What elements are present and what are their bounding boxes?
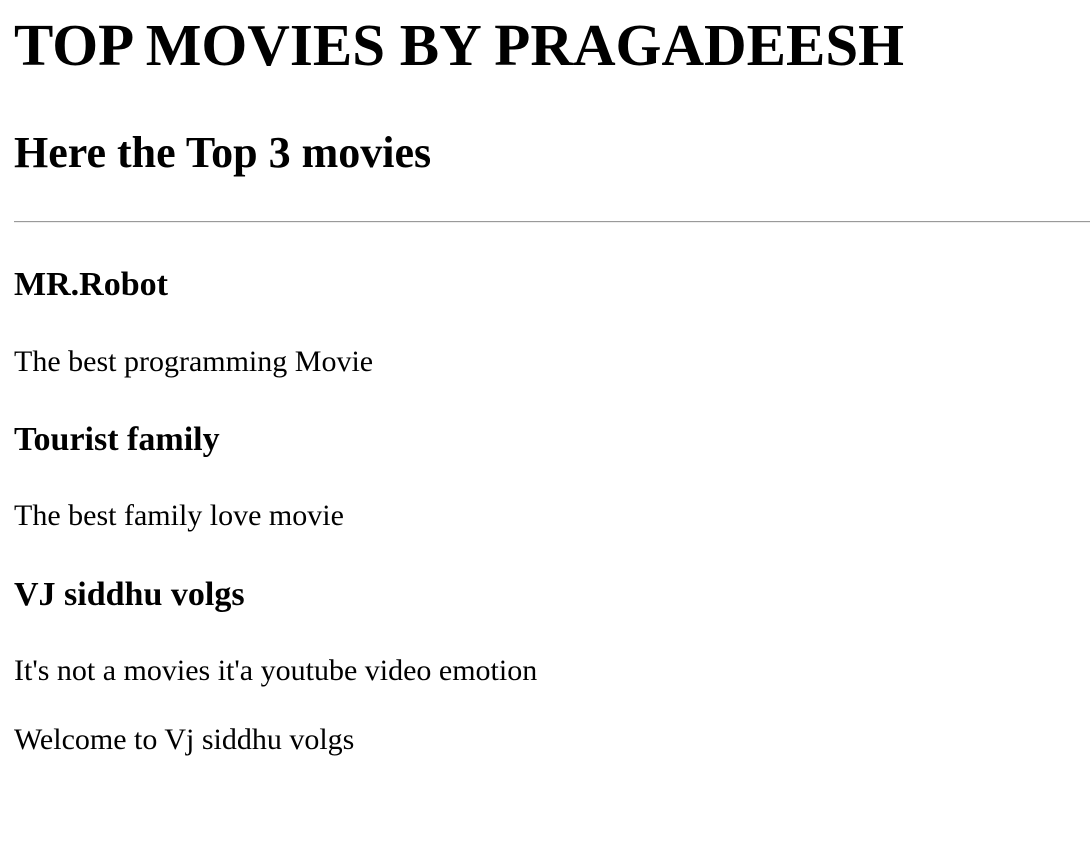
welcome-text: Welcome to Vj siddhu volgs	[14, 723, 355, 756]
movie-description-mr-robot: The best programming Movie	[14, 345, 374, 378]
horizontal-divider	[14, 221, 1090, 223]
page-title: TOP MOVIES BY PRAGADEESH	[14, 12, 905, 78]
page-subtitle: Here the Top 3 movies	[14, 128, 432, 177]
movie-title-tourist-family: Tourist family	[14, 421, 220, 458]
movie-title-mr-robot: MR.Robot	[14, 266, 168, 303]
movie-description-vj-siddhu-volgs: It's not a movies it'a youtube video emo…	[14, 654, 538, 687]
movie-title-vj-siddhu-volgs: VJ siddhu volgs	[14, 576, 245, 613]
movie-description-tourist-family: The best family love movie	[14, 499, 344, 532]
